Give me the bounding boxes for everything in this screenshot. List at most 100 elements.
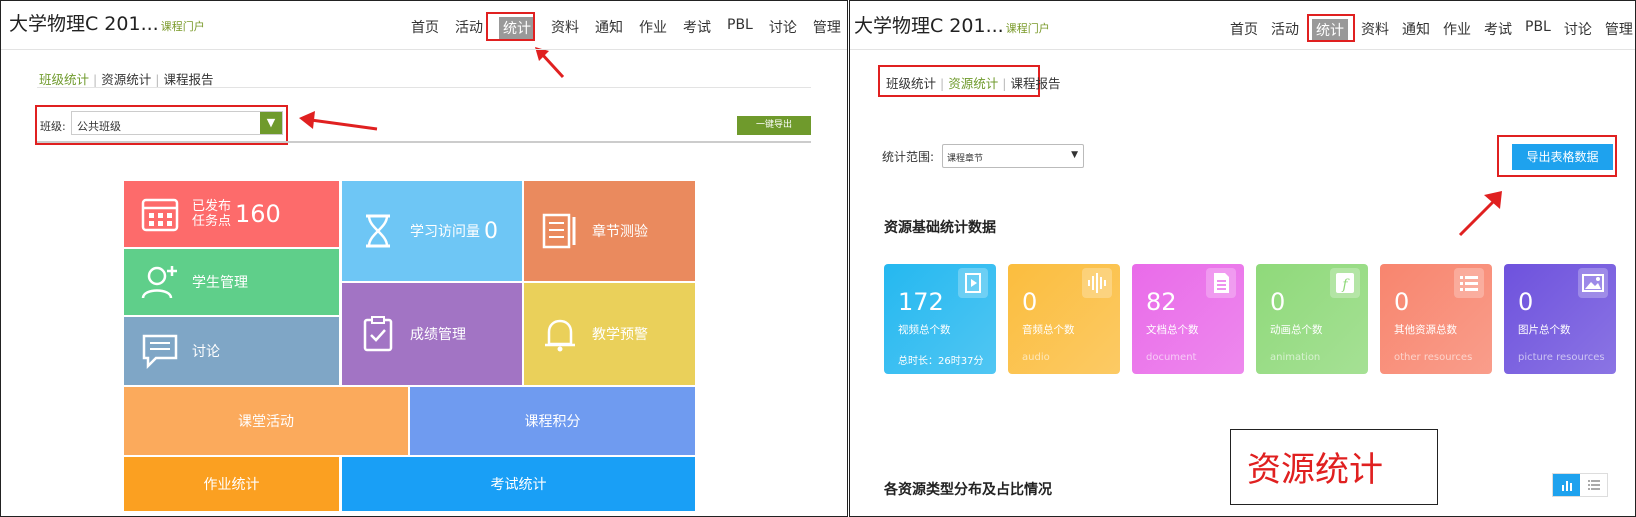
student-management-label: 学生管理: [192, 275, 248, 291]
course-title: 大学物理C 201... 课程门户: [854, 11, 1050, 38]
class-select[interactable]: 公共班级 ▼: [71, 111, 283, 135]
visits-count: 0: [484, 218, 498, 244]
nav-exam[interactable]: 考试: [683, 17, 711, 39]
nav-manage[interactable]: 管理: [813, 17, 841, 39]
nav-homework[interactable]: 作业: [1443, 19, 1471, 41]
bar-chart-icon[interactable]: [1553, 474, 1580, 496]
card-label: 其他资源总数: [1394, 324, 1457, 336]
card-subtext: 总时长：26时37分: [898, 356, 984, 367]
tile-student-management[interactable]: 学生管理: [124, 249, 339, 315]
tile-discussion[interactable]: 讨论: [124, 317, 339, 385]
tile-published-tasks[interactable]: 已发布 任务点 160: [124, 181, 339, 247]
highlight-box-statistics: [486, 12, 535, 41]
card-subtext: other resources: [1394, 352, 1473, 363]
card-subtext: animation: [1270, 352, 1321, 363]
tab-course-report[interactable]: 课程报告: [1010, 76, 1060, 91]
picture-icon: [1578, 268, 1608, 298]
tile-class-activity[interactable]: 课堂活动: [124, 387, 408, 455]
card-subtext: picture resources: [1518, 352, 1605, 363]
nav-materials[interactable]: 资料: [551, 17, 579, 39]
sub-tabs: 班级统计 | 资源统计 | 课程报告: [886, 76, 1061, 91]
arrow-annotation-export: [1458, 191, 1502, 237]
highlight-box-statistics: [1307, 14, 1355, 42]
scope-select[interactable]: 课程章节 ▼: [942, 144, 1084, 168]
list-view-icon[interactable]: [1580, 474, 1607, 496]
course-title: 大学物理C 201... 课程门户: [9, 9, 205, 36]
teaching-alert-label: 教学预警: [592, 327, 648, 343]
class-label: 班级:: [40, 120, 66, 133]
card-video[interactable]: 172 视频总个数 总时长：26时37分: [884, 264, 996, 374]
bell-icon: [545, 319, 575, 352]
card-subtext: document: [1146, 352, 1197, 363]
chapter-quiz-label: 章节测验: [592, 224, 648, 240]
tile-exam-stats[interactable]: 考试统计: [342, 457, 695, 511]
card-label: 图片总个数: [1518, 324, 1571, 336]
tile-course-points[interactable]: 课程积分: [410, 387, 695, 455]
list-icon: [1454, 268, 1484, 298]
nav-discussion[interactable]: 讨论: [1564, 19, 1592, 41]
scope-select-value: 课程章节: [947, 154, 984, 164]
card-other-resources[interactable]: 0 其他资源总数 other resources: [1380, 264, 1492, 374]
nav-home[interactable]: 首页: [1230, 19, 1258, 41]
tile-study-visits[interactable]: 学习访问量 0: [342, 181, 522, 281]
arrow-annotation-select: [299, 111, 378, 131]
export-all-button[interactable]: 一键导出: [737, 116, 811, 135]
nav-notice[interactable]: 通知: [595, 17, 623, 39]
section-title: 资源基础统计数据: [884, 220, 996, 236]
nav-materials[interactable]: 资料: [1361, 19, 1389, 41]
nav-homework[interactable]: 作业: [639, 17, 667, 39]
card-label: 文档总个数: [1146, 324, 1199, 336]
hourglass-icon: [366, 214, 390, 248]
card-document[interactable]: 82 文档总个数 document: [1132, 264, 1244, 374]
card-value: 0: [1022, 288, 1038, 316]
nav-activity[interactable]: 活动: [455, 17, 483, 39]
annotation-label-box: 资源统计: [1230, 429, 1438, 505]
class-select-value: 公共班级: [77, 120, 121, 133]
tile-teaching-alert[interactable]: 教学预警: [524, 283, 695, 385]
nav-pbl[interactable]: PBL: [727, 17, 753, 39]
animation-icon: f: [1330, 268, 1360, 298]
card-picture[interactable]: 0 图片总个数 picture resources: [1504, 264, 1616, 374]
card-value: 0: [1270, 288, 1286, 316]
card-audio[interactable]: 0 音频总个数 audio: [1008, 264, 1120, 374]
nav-home[interactable]: 首页: [411, 17, 439, 39]
tab-class-stats[interactable]: 班级统计: [39, 72, 89, 87]
tab-resource-stats[interactable]: 资源统计: [101, 72, 151, 87]
card-label: 视频总个数: [898, 324, 951, 336]
tile-chapter-quiz[interactable]: 章节测验: [524, 181, 695, 281]
tile-grade-management[interactable]: 成绩管理: [342, 283, 522, 385]
nav-pbl[interactable]: PBL: [1525, 19, 1551, 41]
video-icon: [958, 268, 988, 298]
tab-class-stats[interactable]: 班级统计: [886, 76, 936, 91]
nav-notice[interactable]: 通知: [1402, 19, 1430, 41]
subtabs-divider: [37, 87, 811, 88]
course-portal-link[interactable]: 课程门户: [1006, 22, 1050, 35]
exam-stats-label: 考试统计: [490, 477, 547, 493]
card-label: 动画总个数: [1270, 324, 1323, 336]
chevron-down-icon[interactable]: ▼: [260, 112, 282, 134]
tab-resource-stats[interactable]: 资源统计: [948, 76, 998, 91]
tab-course-report[interactable]: 课程报告: [163, 72, 213, 87]
card-value: 172: [898, 288, 944, 316]
calendar-icon: [141, 198, 179, 232]
nav-manage[interactable]: 管理: [1605, 19, 1633, 41]
nav-discussion[interactable]: 讨论: [769, 17, 797, 39]
header-divider: [1, 49, 847, 50]
export-table-button[interactable]: 导出表格数据: [1512, 144, 1613, 170]
chat-bubble-icon: [142, 334, 178, 370]
course-portal-link[interactable]: 课程门户: [161, 20, 205, 33]
sub-tabs: 班级统计 | 资源统计 | 课程报告: [39, 72, 214, 87]
homework-stats-label: 作业统计: [203, 477, 260, 493]
nav-exam[interactable]: 考试: [1484, 19, 1512, 41]
right-screenshot-panel: 大学物理C 201... 课程门户 首页 活动 统计 资料 通知 作业 考试 PB…: [849, 0, 1636, 517]
left-screenshot-panel: 大学物理C 201... 课程门户 首页 活动 统计 资料 通知 作业 考试 PB…: [0, 0, 848, 517]
nav-activity[interactable]: 活动: [1271, 19, 1299, 41]
visits-label: 学习访问量: [410, 224, 480, 240]
tile-homework-stats[interactable]: 作业统计: [124, 457, 339, 511]
chevron-down-icon: ▼: [1071, 150, 1078, 160]
clipboard-check-icon: [363, 316, 393, 352]
card-animation[interactable]: f 0 动画总个数 animation: [1256, 264, 1368, 374]
top-nav: 首页 活动 统计 资料 通知 作业 考试 PBL 讨论 管理: [411, 17, 841, 39]
distribution-title: 各资源类型分布及占比情况: [884, 482, 1052, 498]
course-title-text: 大学物理C 201...: [9, 13, 159, 35]
